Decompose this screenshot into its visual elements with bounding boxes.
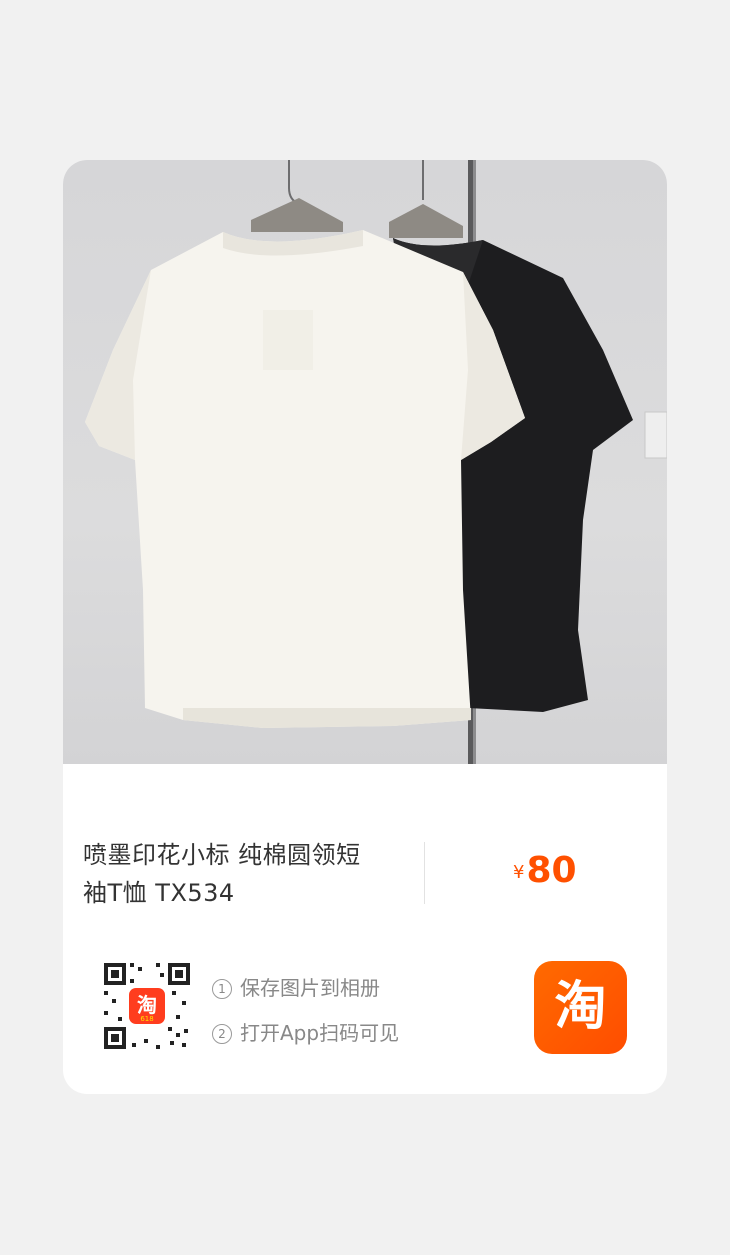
product-price: ¥80: [513, 850, 577, 891]
price-currency: ¥: [513, 862, 525, 883]
price-amount: 80: [526, 850, 577, 891]
qr-code-graphic: 淘 618: [100, 959, 194, 1053]
step-open-app: 2 打开App扫码可见: [212, 1011, 399, 1056]
step-save-image: 1 保存图片到相册: [212, 966, 399, 1011]
step-number-icon: 1: [212, 979, 232, 999]
scan-instructions: 1 保存图片到相册 2 打开App扫码可见: [212, 966, 399, 1056]
qr-code-icon[interactable]: 淘 618: [100, 959, 194, 1053]
share-card: 喷墨印花小标 纯棉圆领短 袖T恤 TX534 ¥80 淘 618 1 保存图片到…: [63, 160, 667, 1094]
product-image[interactable]: [63, 160, 667, 764]
product-title[interactable]: 喷墨印花小标 纯棉圆领短 袖T恤 TX534: [83, 836, 403, 912]
product-title-line-2: 袖T恤 TX534: [83, 879, 235, 907]
product-title-line-1: 喷墨印花小标 纯棉圆领短: [83, 841, 361, 869]
tshirts-illustration: [85, 160, 667, 764]
step-number-icon: 2: [212, 1024, 232, 1044]
qr-center-logo-badge: 618: [140, 1015, 153, 1023]
qr-center-logo-text: 淘: [137, 993, 157, 1017]
step-label: 保存图片到相册: [240, 976, 380, 1000]
divider: [424, 842, 425, 904]
step-label: 打开App扫码可见: [240, 1021, 400, 1045]
taobao-logo-icon[interactable]: 淘: [534, 961, 627, 1054]
